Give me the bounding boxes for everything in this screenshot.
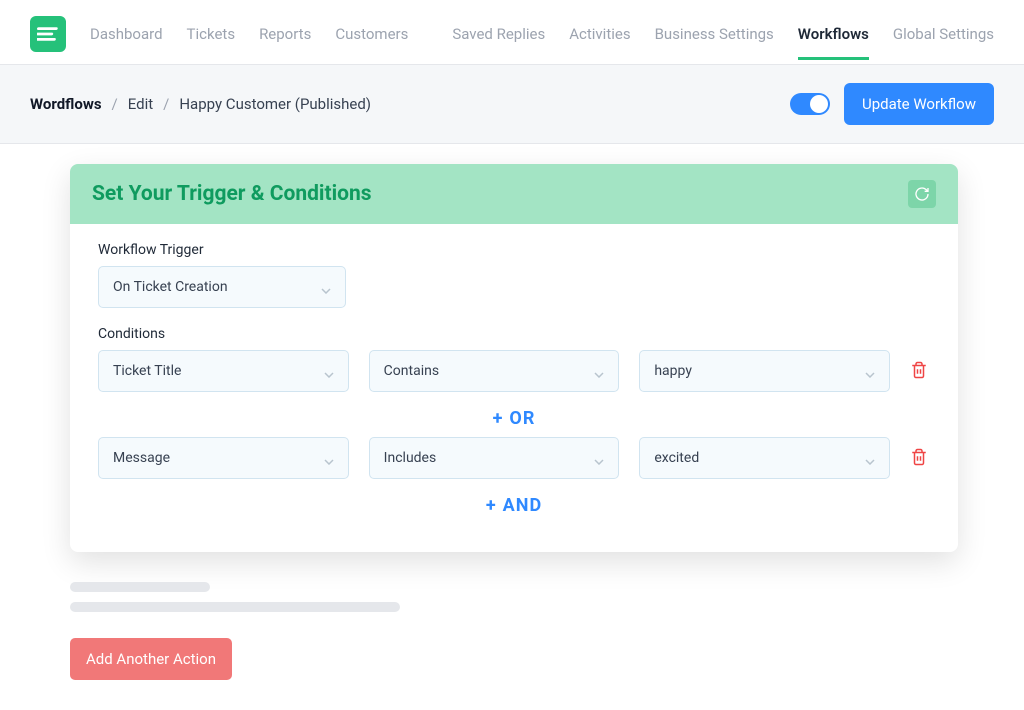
update-workflow-button[interactable]: Update Workflow: [844, 83, 994, 125]
nav-customers[interactable]: Customers: [335, 25, 408, 43]
add-another-action-button[interactable]: Add Another Action: [70, 638, 232, 680]
toggle-knob: [810, 95, 828, 113]
add-and-condition[interactable]: +AND: [98, 487, 930, 524]
trigger-conditions-card: Set Your Trigger & Conditions Workflow T…: [70, 164, 958, 552]
condition-field-dropdown[interactable]: Message: [98, 437, 349, 479]
chevron-down-icon: [594, 366, 604, 376]
chevron-down-icon: [594, 453, 604, 463]
nav-business-settings[interactable]: Business Settings: [655, 25, 774, 43]
content-area: Set Your Trigger & Conditions Workflow T…: [0, 144, 1024, 710]
nav-reports[interactable]: Reports: [259, 25, 311, 43]
skeleton-placeholder: [70, 582, 210, 592]
breadcrumb-sep: /: [163, 95, 169, 113]
condition-operator-value: Contains: [384, 363, 439, 379]
breadcrumb-root[interactable]: Wordflows: [30, 95, 102, 113]
condition-operator-value: Includes: [384, 450, 437, 466]
add-or-condition[interactable]: +OR: [98, 400, 930, 437]
delete-condition-button[interactable]: [910, 447, 930, 469]
trigger-label: Workflow Trigger: [98, 242, 930, 258]
card-title: Set Your Trigger & Conditions: [92, 182, 372, 206]
delete-condition-button[interactable]: [910, 360, 930, 382]
breadcrumb-edit[interactable]: Edit: [128, 95, 153, 113]
app-logo[interactable]: [30, 16, 66, 52]
workflow-enabled-toggle[interactable]: [790, 93, 830, 115]
condition-value-dropdown[interactable]: happy: [639, 350, 890, 392]
condition-value-dropdown[interactable]: excited: [639, 437, 890, 479]
logo-icon: [37, 25, 59, 43]
condition-field-dropdown[interactable]: Ticket Title: [98, 350, 349, 392]
nav-dashboard[interactable]: Dashboard: [90, 25, 163, 43]
condition-operator-dropdown[interactable]: Contains: [369, 350, 620, 392]
condition-row: Message Includes excited: [98, 437, 930, 479]
subheader: Wordflows / Edit / Happy Customer (Publi…: [0, 65, 1024, 144]
trigger-value: On Ticket Creation: [113, 279, 228, 295]
chevron-down-icon: [324, 453, 334, 463]
condition-value-text: excited: [654, 450, 699, 466]
breadcrumb-leaf: Happy Customer (Published): [179, 95, 371, 113]
nav-global-settings[interactable]: Global Settings: [893, 25, 994, 43]
card-header: Set Your Trigger & Conditions: [70, 164, 958, 224]
chevron-down-icon: [324, 366, 334, 376]
top-nav: Dashboard Tickets Reports Customers Save…: [0, 0, 1024, 65]
condition-operator-dropdown[interactable]: Includes: [369, 437, 620, 479]
refresh-button[interactable]: [908, 180, 936, 208]
subheader-actions: Update Workflow: [790, 83, 994, 125]
card-body: Workflow Trigger On Ticket Creation Cond…: [70, 224, 958, 552]
nav-tickets[interactable]: Tickets: [187, 25, 236, 43]
chevron-down-icon: [865, 366, 875, 376]
nav-left: Dashboard Tickets Reports Customers: [30, 16, 408, 52]
condition-value-text: happy: [654, 363, 692, 379]
condition-row: Ticket Title Contains happy: [98, 350, 930, 392]
condition-field-value: Ticket Title: [113, 363, 181, 379]
nav-activities[interactable]: Activities: [569, 25, 630, 43]
condition-field-value: Message: [113, 450, 170, 466]
nav-saved-replies[interactable]: Saved Replies: [452, 25, 545, 43]
skeleton-placeholder: [70, 602, 400, 612]
nav-workflows[interactable]: Workflows: [798, 25, 869, 43]
trash-icon: [910, 447, 928, 467]
trash-icon: [910, 360, 928, 380]
breadcrumb-sep: /: [112, 95, 118, 113]
chevron-down-icon: [321, 282, 331, 292]
breadcrumb: Wordflows / Edit / Happy Customer (Publi…: [30, 95, 371, 113]
chevron-down-icon: [865, 453, 875, 463]
trigger-dropdown[interactable]: On Ticket Creation: [98, 266, 346, 308]
refresh-icon: [914, 186, 930, 202]
conditions-label: Conditions: [98, 326, 930, 342]
nav-right: Saved Replies Activities Business Settin…: [452, 25, 994, 43]
